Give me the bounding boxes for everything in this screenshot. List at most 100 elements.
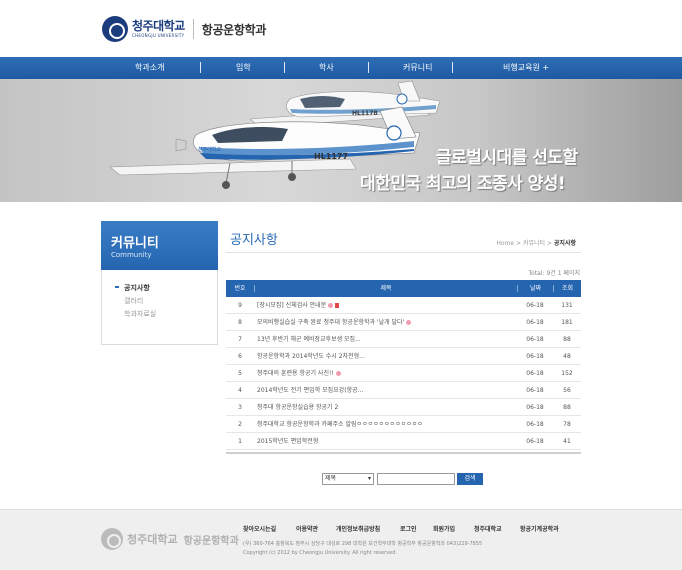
- footer-link-login[interactable]: 로그인: [400, 524, 417, 533]
- footer-link-directions[interactable]: 찾아오시는길: [243, 524, 276, 533]
- table-row[interactable]: 2 청주대학교 항공운항학과 카페주소 알림ㅇㅇㅇㅇㅇㅇㅇㅇㅇㅇㅇㅇ 06-18 78: [226, 416, 581, 433]
- footer-university-name: 청주대학교: [127, 533, 178, 546]
- row-title-cell: 모의비행실습실 구축 완료 청주대 항공운항학과 '날개 달다': [257, 314, 517, 331]
- row-title-link[interactable]: 청주대 항공운항실습용 항공기 2: [257, 404, 338, 411]
- row-number: 5: [238, 370, 242, 377]
- row-views: 48: [563, 353, 571, 360]
- nav-separator: [200, 62, 201, 73]
- sidebar-item-gallery[interactable]: 갤러리: [124, 296, 143, 306]
- header-title: 제목: [380, 285, 392, 292]
- header: 청주대학교 CHEONGJU UNIVERSITY 항공운항학과: [0, 0, 682, 57]
- search-button[interactable]: 검색: [457, 473, 483, 485]
- row-date: 06-18: [526, 370, 544, 377]
- row-title-cell: 2015학년도 편입학전형: [257, 433, 517, 450]
- table-row[interactable]: 1 2015학년도 편입학전형 06-18 41: [226, 433, 581, 450]
- row-title-cell: 13년 후반기 해군 예비장교후보생 모집...: [257, 331, 517, 348]
- footer-copyright: Copyright (c) 2012 by Cheongju Universit…: [243, 550, 397, 556]
- page-title: 공지사항: [230, 233, 278, 248]
- sidebar-item-notice[interactable]: 공지사항: [124, 283, 150, 293]
- row-number: 4: [238, 387, 242, 394]
- title-divider: [226, 252, 581, 253]
- row-title-cell: 항공운항학과 2014학년도 수시 2차전형...: [257, 348, 517, 365]
- table-row[interactable]: 7 13년 후반기 해군 예비장교후보생 모집... 06-18 88: [226, 331, 581, 348]
- nav-item-dept-intro[interactable]: 학과소개: [135, 57, 164, 79]
- row-number: 2: [238, 421, 242, 428]
- nav-item-admission[interactable]: 입학: [236, 57, 251, 79]
- row-date: 06-18: [526, 421, 544, 428]
- footer-department-name: 항공운항학과: [183, 535, 239, 547]
- row-title-cell: 2014학년도 전기 편입학 모집요강(항공...: [257, 382, 517, 399]
- table-row[interactable]: 4 2014학년도 전기 편입학 모집요강(항공... 06-18 56: [226, 382, 581, 399]
- sidebar-header: 커뮤니티 Community: [101, 221, 218, 270]
- university-emblem-icon: [102, 16, 128, 42]
- banner-headline-line2: 대한민국 최고의 조종사 양성!: [360, 174, 566, 194]
- footer-link-aero-mech[interactable]: 항공기계공학과: [520, 524, 559, 533]
- row-title-link[interactable]: 청주대학교 항공운항학과 카페주소 알림ㅇㅇㅇㅇㅇㅇㅇㅇㅇㅇㅇㅇ: [257, 421, 423, 428]
- breadcrumb-separator: >: [515, 240, 522, 247]
- airplanes-image: HL1178 HL1177 청주대학교: [109, 80, 441, 189]
- row-views: 41: [563, 438, 571, 445]
- footer: 청주대학교 항공운항학과 찾아오시는길 이용약관 개인정보취급방침 로그인 회원…: [0, 509, 682, 570]
- sidebar-menu: 공지사항 갤러리 학과자료실: [101, 270, 218, 345]
- row-date: 06-18: [526, 353, 544, 360]
- logo-university-name: 청주대학교: [132, 19, 185, 33]
- row-number: 8: [238, 319, 242, 326]
- row-title-cell: 청주대 항공운항실습용 항공기 2: [257, 399, 517, 416]
- footer-link-terms[interactable]: 이용약관: [296, 524, 318, 533]
- row-number: 9: [238, 302, 242, 309]
- nav-item-flight-center[interactable]: 비행교육원 +: [503, 57, 549, 79]
- footer-link-privacy[interactable]: 개인정보취급방침: [336, 524, 380, 533]
- breadcrumb-home[interactable]: Home: [496, 240, 514, 247]
- row-title-link[interactable]: 2015학년도 편입학전형: [257, 438, 318, 445]
- breadcrumb-separator: >: [546, 240, 552, 247]
- header-number: 번호: [234, 285, 246, 292]
- row-number: 6: [238, 353, 242, 360]
- row-title-link[interactable]: 모의비행실습실 구축 완료 청주대 항공운항학과 '날개 달다': [257, 319, 404, 326]
- row-title-link[interactable]: 항공운항학과 2014학년도 수시 2차전형...: [257, 353, 365, 360]
- row-title-link[interactable]: [장시모집] 신체검사 안내문: [257, 302, 326, 309]
- footer-logo: 청주대학교 항공운항학과: [101, 528, 239, 550]
- breadcrumb-current: 공지사항: [553, 240, 576, 247]
- logo-university-name-en: CHEONGJU UNIVERSITY: [132, 33, 185, 38]
- row-number: 1: [238, 438, 242, 445]
- row-number: 3: [238, 404, 242, 411]
- logo-text: 청주대학교 CHEONGJU UNIVERSITY: [132, 19, 185, 39]
- new-post-icon: [328, 303, 334, 308]
- table-row[interactable]: 3 청주대 항공운항실습용 항공기 2 06-18 88: [226, 399, 581, 416]
- breadcrumb-section[interactable]: 커뮤니티: [523, 240, 545, 247]
- back-airplane: HL1178: [249, 80, 441, 128]
- row-title-cell: [장시모집] 신체검사 안내문: [257, 297, 517, 314]
- footer-link-university[interactable]: 청주대학교: [474, 524, 502, 533]
- row-title-link[interactable]: 청주대의 훈련용 항공기 사진!!: [257, 370, 334, 377]
- row-date: 06-18: [526, 302, 544, 309]
- row-views: 88: [563, 404, 571, 411]
- search-field-select[interactable]: 제목 ▾: [322, 473, 374, 485]
- plane-nose-text: 청주대학교: [198, 146, 221, 153]
- table-row[interactable]: 9 [장시모집] 신체검사 안내문 06-18 131: [226, 297, 581, 314]
- table-header: 번호 제목 날짜 조회: [226, 280, 581, 297]
- attachment-icon: [335, 303, 340, 308]
- row-title-link[interactable]: 13년 후반기 해군 예비장교후보생 모집...: [257, 336, 361, 343]
- row-views: 88: [563, 336, 571, 343]
- footer-link-signup[interactable]: 회원가입: [433, 524, 455, 533]
- nav-item-academics[interactable]: 학사: [319, 57, 334, 79]
- table-row[interactable]: 6 항공운항학과 2014학년도 수시 2차전형... 06-18 48: [226, 348, 581, 365]
- table-bottom-line: [226, 452, 581, 454]
- site-logo[interactable]: 청주대학교 CHEONGJU UNIVERSITY 항공운항학과: [102, 16, 266, 42]
- row-number: 7: [238, 336, 242, 343]
- active-bullet-icon: [115, 286, 119, 288]
- nav-item-community[interactable]: 커뮤니티: [403, 57, 432, 79]
- table-row[interactable]: 5 청주대의 훈련용 항공기 사진!! 06-18 152: [226, 365, 581, 382]
- row-date: 06-18: [526, 438, 544, 445]
- row-date: 06-18: [526, 336, 544, 343]
- logo-department-name: 항공운항학과: [201, 22, 267, 37]
- table-row[interactable]: 8 모의비행실습실 구축 완료 청주대 항공운항학과 '날개 달다' 06-18 18…: [226, 314, 581, 331]
- sidebar-item-resources[interactable]: 학과자료실: [124, 309, 156, 319]
- new-post-icon: [335, 371, 341, 376]
- total-count: Total: 9건 1 페이지: [528, 270, 580, 277]
- row-date: 06-18: [526, 387, 544, 394]
- search-input[interactable]: [377, 473, 455, 485]
- row-date: 06-18: [526, 319, 544, 326]
- row-title-link[interactable]: 2014학년도 전기 편입학 모집요강(항공...: [257, 387, 363, 394]
- header-views: 조회: [561, 285, 574, 292]
